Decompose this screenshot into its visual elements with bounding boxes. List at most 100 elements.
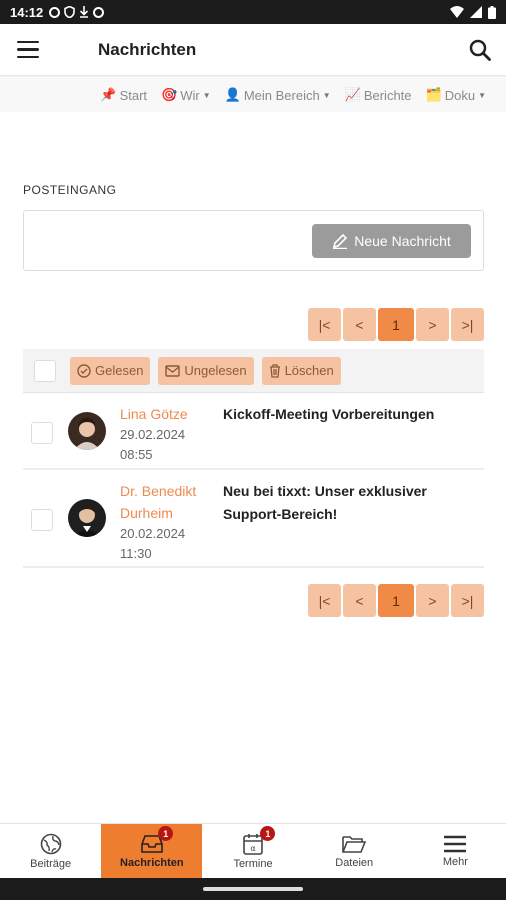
nav-item-wir[interactable]: 🎯 Wir ▼ — [161, 87, 211, 103]
status-right — [450, 5, 496, 19]
bottom-nav-nachrichten[interactable]: 1 Nachrichten — [101, 824, 203, 878]
prev-page-button[interactable]: < — [343, 308, 376, 341]
bottom-nav-label: Dateien — [335, 856, 374, 869]
sender-info: Lina Götze 29.02.2024 08:55 — [120, 403, 220, 465]
first-page-button[interactable]: |< — [308, 584, 341, 617]
top-navigation: 📌 Start 🎯 Wir ▼ 👤 Mein Bereich ▼ 📈 Beric… — [0, 78, 506, 112]
nav-item-doku[interactable]: 🗂️ Doku ▼ — [426, 87, 486, 103]
message-date: 29.02.2024 — [120, 427, 186, 442]
message-row[interactable]: Lina Götze 29.02.2024 08:55 Kickoff-Meet… — [23, 394, 484, 470]
mark-read-label: Gelesen — [95, 363, 144, 378]
bulk-action-toolbar: Gelesen Ungelesen Löschen — [23, 349, 484, 393]
bottom-nav-label: Mehr — [442, 855, 468, 868]
bottom-nav-label: Nachrichten — [120, 856, 184, 869]
first-page-button[interactable]: |< — [308, 308, 341, 341]
check-circle-icon — [77, 363, 91, 378]
nav-item-label: Mein Bereich — [243, 87, 320, 103]
nav-item-mein-bereich[interactable]: 👤 Mein Bereich ▼ — [225, 87, 331, 103]
message-checkbox[interactable] — [31, 422, 53, 444]
sender-name-line1[interactable]: Dr. Benedikt — [120, 480, 220, 502]
next-page-button[interactable]: > — [416, 308, 449, 341]
sender-name[interactable]: Lina Götze — [120, 403, 220, 425]
prev-page-button[interactable]: < — [343, 584, 376, 617]
status-bar: 14:12 — [0, 0, 506, 24]
menu-icon — [444, 835, 467, 852]
bottom-nav-label: Beiträge — [30, 857, 72, 870]
nav-item-label: Wir — [180, 87, 200, 103]
mark-read-button[interactable]: Gelesen — [70, 356, 151, 385]
delete-label: Löschen — [284, 363, 334, 378]
envelope-icon — [165, 364, 181, 377]
pagination-top: |< < 1 > >| — [308, 308, 484, 341]
inbox-heading: POSTEINGANG — [23, 183, 117, 197]
wifi-icon — [450, 6, 464, 18]
caret-down-icon: ▼ — [322, 90, 331, 100]
current-page-button[interactable]: 1 — [378, 308, 414, 341]
pin-icon: 📌 — [100, 87, 117, 102]
message-subject[interactable]: Neu bei tixxt: Unser exklusiver Support-… — [223, 480, 478, 526]
menu-icon-line — [17, 40, 39, 44]
current-page-button[interactable]: 1 — [378, 584, 414, 617]
message-time: 11:30 — [120, 546, 152, 561]
caret-down-icon: ▼ — [202, 90, 211, 100]
new-message-label: Neue Nachricht — [354, 233, 451, 249]
last-page-button[interactable]: >| — [451, 584, 484, 617]
new-message-button[interactable]: Neue Nachricht — [312, 224, 471, 258]
bottom-nav-dateien[interactable]: Dateien — [304, 824, 405, 878]
caret-down-icon: ▼ — [478, 90, 486, 100]
sender-info: Dr. Benedikt Durheim 20.02.2024 11:30 — [120, 480, 220, 564]
last-page-button[interactable]: >| — [451, 308, 484, 341]
app-bar: Nachrichten — [0, 24, 506, 76]
status-icons — [49, 6, 105, 18]
person-icon: 👤 — [224, 87, 241, 102]
hamburger-menu-button[interactable] — [0, 24, 56, 76]
compose-panel: Neue Nachricht — [23, 210, 484, 271]
message-checkbox[interactable] — [31, 509, 53, 531]
next-page-button[interactable]: > — [416, 584, 449, 617]
sender-name-line2[interactable]: Durheim — [120, 502, 220, 524]
nav-item-berichte[interactable]: 📈 Berichte — [345, 87, 412, 103]
globe-icon — [40, 833, 61, 854]
bottom-nav-mehr[interactable]: Mehr — [405, 824, 506, 878]
mark-unread-button[interactable]: Ungelesen — [158, 356, 254, 385]
avatar — [68, 499, 106, 537]
bottom-nav-termine[interactable]: 1 α Termine — [202, 824, 303, 878]
delete-button[interactable]: Löschen — [261, 356, 341, 385]
pencil-icon — [333, 233, 348, 249]
message-time: 08:55 — [120, 447, 153, 462]
nav-item-label: Start — [119, 87, 148, 103]
menu-icon-line — [17, 55, 39, 59]
bottom-navigation: Beiträge 1 Nachrichten 1 α Termine Datei… — [0, 823, 506, 878]
folder-icon: 🗂️ — [425, 87, 442, 102]
search-button[interactable] — [454, 24, 506, 76]
signal-icon — [470, 6, 482, 18]
sync-icon — [93, 6, 105, 18]
page-title: Nachrichten — [98, 39, 197, 59]
notification-icon — [49, 6, 61, 18]
menu-icon-line — [17, 48, 39, 51]
select-all-checkbox[interactable] — [34, 359, 56, 382]
message-date: 20.02.2024 — [120, 526, 186, 541]
home-indicator[interactable] — [203, 887, 303, 891]
avatar — [68, 412, 106, 450]
message-row[interactable]: Dr. Benedikt Durheim 20.02.2024 11:30 Ne… — [23, 471, 484, 568]
folder-open-icon — [342, 835, 367, 853]
gesture-bar — [0, 878, 506, 900]
app-root: 14:12 Nachrichten 📌 Start 🎯 Wir ▼ 👤 Mein… — [0, 0, 506, 900]
nav-item-label: Doku — [444, 87, 476, 103]
bottom-nav-beitraege[interactable]: Beiträge — [0, 824, 101, 878]
nav-item-label: Berichte — [363, 87, 412, 103]
battery-icon — [488, 5, 496, 19]
message-subject[interactable]: Kickoff-Meeting Vorbereitungen — [223, 403, 478, 426]
trash-icon — [269, 363, 280, 378]
unread-badge: 1 — [158, 826, 174, 841]
status-time: 14:12 — [10, 4, 44, 20]
bottom-nav-label: Termine — [233, 857, 273, 870]
nav-item-start[interactable]: 📌 Start — [100, 87, 147, 103]
target-icon: 🎯 — [161, 87, 178, 102]
mark-unread-label: Ungelesen — [184, 363, 247, 378]
search-icon — [469, 39, 491, 61]
download-icon — [80, 6, 89, 18]
chart-icon: 📈 — [344, 87, 361, 102]
pagination-bottom: |< < 1 > >| — [308, 584, 484, 617]
